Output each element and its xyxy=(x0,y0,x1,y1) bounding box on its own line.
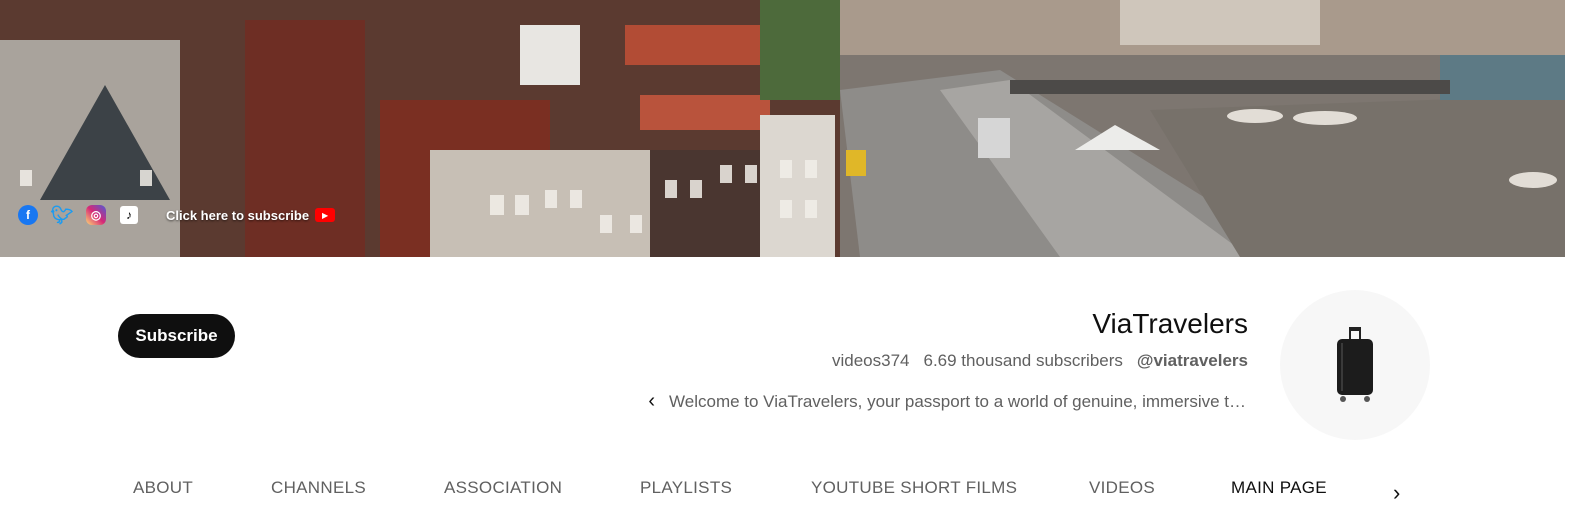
channel-meta: videos374 6.69 thousand subscribers @via… xyxy=(832,351,1248,371)
subscribe-button[interactable]: Subscribe xyxy=(118,314,235,358)
channel-name: ViaTravelers xyxy=(1092,308,1248,339)
description-text[interactable]: Welcome to ViaTravelers, your passport t… xyxy=(669,392,1246,412)
tab-videos[interactable]: VIDEOS xyxy=(1089,478,1155,498)
tab-about[interactable]: ABOUT xyxy=(133,478,193,498)
avatar[interactable] xyxy=(1280,290,1430,440)
tiktok-icon[interactable]: ♪ xyxy=(120,206,138,224)
video-count: videos374 xyxy=(831,351,910,370)
twitter-icon[interactable]: 🐦︎ xyxy=(51,205,74,225)
chevron-right-icon[interactable]: › xyxy=(1393,480,1400,506)
channel-handle: @viatravelers xyxy=(1136,351,1248,370)
tab-main-page[interactable]: MAIN PAGE xyxy=(1231,478,1327,498)
youtube-icon[interactable]: ▶ xyxy=(315,208,336,222)
tab-youtube-short-films[interactable]: YOUTUBE SHORT FILMS xyxy=(811,478,1017,498)
banner-social-links: f 🐦︎ ◎ ♪ Click here to subscribe ▶ xyxy=(18,203,336,227)
chevron-left-icon[interactable]: ‹ xyxy=(648,390,655,413)
tab-channels[interactable]: CHANNELS xyxy=(271,478,366,498)
tab-playlists[interactable]: PLAYLISTS xyxy=(640,478,732,498)
subscriber-count: 6.69 thousand subscribers xyxy=(923,351,1123,370)
suitcase-icon xyxy=(1337,327,1373,402)
channel-description[interactable]: ‹ Welcome to ViaTravelers, your passport… xyxy=(648,390,1246,413)
facebook-icon[interactable]: f xyxy=(18,205,38,225)
banner-subscribe-text[interactable]: Click here to subscribe xyxy=(166,208,309,223)
instagram-icon[interactable]: ◎ xyxy=(86,205,106,225)
channel-banner: f 🐦︎ ◎ ♪ Click here to subscribe ▶ xyxy=(0,0,1565,257)
tab-association[interactable]: ASSOCIATION xyxy=(444,478,562,498)
